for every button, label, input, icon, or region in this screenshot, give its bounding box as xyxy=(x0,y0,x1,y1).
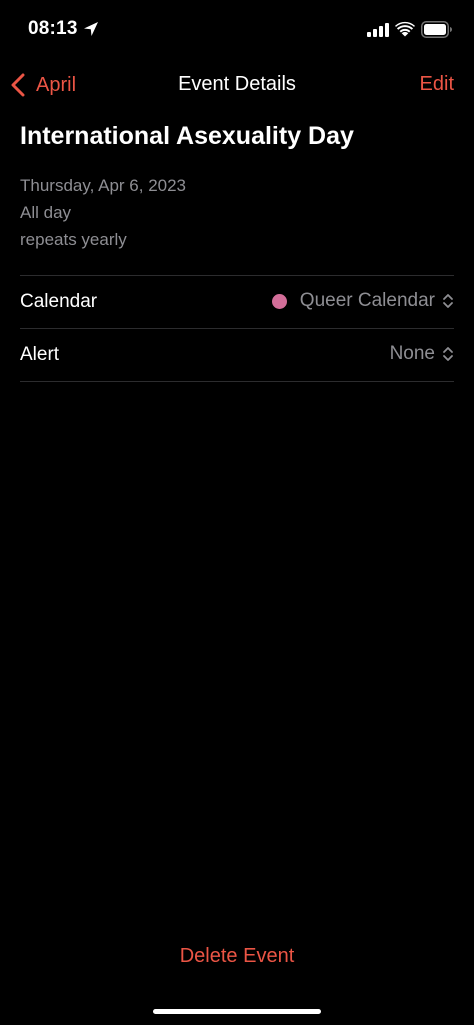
home-indicator[interactable] xyxy=(153,1009,321,1014)
alert-picker[interactable]: None xyxy=(390,343,454,365)
calendar-row[interactable]: Calendar Queer Calendar xyxy=(0,276,474,328)
alert-label: Alert xyxy=(20,344,60,365)
alert-value: None xyxy=(389,343,435,364)
location-arrow-icon xyxy=(84,22,98,36)
delete-event-button[interactable]: Delete Event xyxy=(0,945,474,968)
event-date: Thursday, Apr 6, 2023 xyxy=(20,176,187,195)
event-title: International Asexuality Day xyxy=(20,122,354,150)
status-time: 08:13 xyxy=(28,18,78,39)
battery-icon xyxy=(421,21,452,38)
navigation-bar: April Event Details Edit xyxy=(0,64,474,104)
event-repeat: repeats yearly xyxy=(20,230,127,249)
chevron-up-down-icon xyxy=(443,294,453,308)
chevron-up-down-icon xyxy=(443,347,453,361)
calendar-color-dot xyxy=(271,293,287,309)
edit-button[interactable]: Edit xyxy=(420,73,454,96)
calendar-picker[interactable]: Queer Calendar xyxy=(271,290,454,312)
alert-row[interactable]: Alert None xyxy=(0,329,474,381)
page-title: Event Details xyxy=(178,73,296,95)
calendar-value: Queer Calendar xyxy=(299,290,435,311)
wifi-icon xyxy=(395,21,415,37)
cellular-signal-icon xyxy=(367,23,389,37)
calendar-label: Calendar xyxy=(20,291,98,312)
divider xyxy=(20,381,454,382)
status-bar: 08:13 xyxy=(0,0,474,60)
event-all-day: All day xyxy=(20,203,72,222)
